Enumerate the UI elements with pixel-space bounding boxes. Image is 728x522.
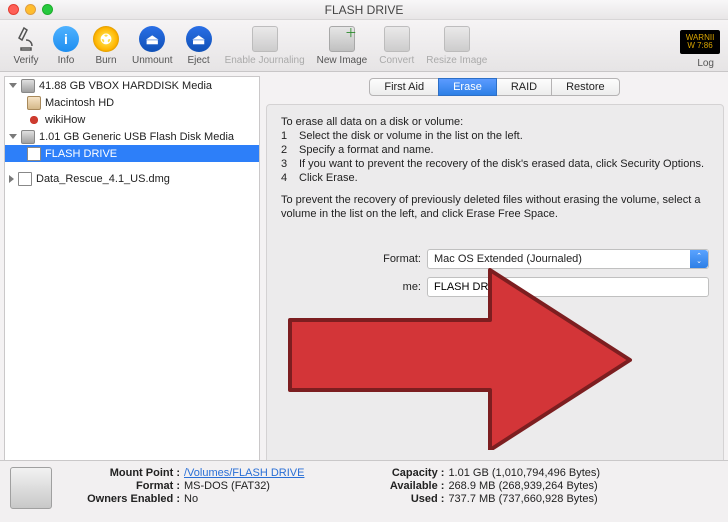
sidebar-disk-0-label: 41.88 GB VBOX HARDDISK Media (39, 80, 212, 92)
disclosure-triangle-icon[interactable] (9, 175, 14, 183)
erase-panel: To erase all data on a disk or volume: 1… (266, 104, 724, 518)
sidebar-volume-macintosh-hd-label: Macintosh HD (45, 97, 114, 109)
window-title: FLASH DRIVE (0, 3, 728, 17)
disclosure-triangle-icon[interactable] (9, 134, 17, 139)
used-value: 737.7 MB (737,660,928 Bytes) (448, 493, 597, 505)
erase-intro: To erase all data on a disk or volume: (281, 115, 709, 129)
sidebar-volume-flash-drive[interactable]: FLASH DRIVE (5, 145, 259, 162)
verify-button[interactable]: Verify (8, 22, 44, 70)
name-input[interactable] (427, 277, 709, 297)
wikihow-icon (27, 113, 41, 127)
chevron-updown-icon (690, 250, 708, 268)
unmount-button[interactable]: ⏏ Unmount (128, 22, 177, 70)
sidebar-image-0[interactable]: Data_Rescue_4.1_US.dmg (5, 170, 259, 187)
sidebar-disk-1-label: 1.01 GB Generic USB Flash Disk Media (39, 131, 234, 143)
eject-label: Eject (187, 55, 209, 66)
sidebar-volume-macintosh-hd[interactable]: Macintosh HD (5, 94, 259, 111)
unmount-label: Unmount (132, 55, 173, 66)
tab-first-aid[interactable]: First Aid (369, 78, 439, 96)
disclosure-triangle-icon[interactable] (9, 83, 17, 88)
sidebar-disk-1[interactable]: 1.01 GB Generic USB Flash Disk Media (5, 128, 259, 145)
log-badge-line2: W 7:86 (687, 42, 712, 50)
burn-button[interactable]: ☢ Burn (88, 22, 124, 70)
format-key: Format : (76, 480, 184, 492)
capacity-key: Capacity : (340, 467, 448, 479)
tab-bar: First Aid Erase RAID Restore (266, 78, 724, 96)
format-select[interactable]: Mac OS Extended (Journaled) (427, 249, 709, 269)
tab-restore[interactable]: Restore (551, 78, 620, 96)
erase-step-1: Select the disk or volume in the list on… (299, 130, 523, 142)
erase-step-4: Click Erase. (299, 172, 358, 184)
toolbar: Verify i Info ☢ Burn ⏏ Unmount ⏏ Eject E… (0, 20, 728, 72)
sidebar: 41.88 GB VBOX HARDDISK Media Macintosh H… (4, 76, 260, 518)
sidebar-volume-flash-drive-label: FLASH DRIVE (45, 148, 117, 160)
new-image-button[interactable]: ＋ New Image (313, 22, 372, 70)
convert-button[interactable]: Convert (375, 22, 418, 70)
owners-key: Owners Enabled : (76, 493, 184, 505)
capacity-value: 1.01 GB (1,010,794,496 Bytes) (448, 467, 600, 479)
volume-icon (27, 96, 41, 110)
new-image-label: New Image (317, 55, 368, 66)
resize-image-button[interactable]: Resize Image (422, 22, 491, 70)
resize-image-label: Resize Image (426, 55, 487, 66)
info-label: Info (58, 55, 75, 66)
log-button[interactable]: Log (697, 58, 714, 69)
volume-icon (27, 147, 41, 161)
info-button[interactable]: i Info (48, 22, 84, 70)
sidebar-disk-0[interactable]: 41.88 GB VBOX HARDDISK Media (5, 77, 259, 94)
mount-point-key: Mount Point : (76, 467, 184, 479)
harddisk-icon (21, 130, 35, 144)
convert-label: Convert (379, 55, 414, 66)
available-value: 268.9 MB (268,939,264 Bytes) (448, 480, 597, 492)
mount-point-link[interactable]: /Volumes/FLASH DRIVE (184, 467, 304, 479)
available-key: Available : (340, 480, 448, 492)
eject-button[interactable]: ⏏ Eject (181, 22, 217, 70)
verify-label: Verify (13, 55, 38, 66)
erase-step-2: Specify a format and name. (299, 144, 434, 156)
sidebar-volume-wikihow[interactable]: wikiHow (5, 111, 259, 128)
footer: Mount Point :/Volumes/FLASH DRIVE Format… (0, 460, 728, 522)
volume-large-icon (10, 467, 52, 509)
enable-journaling-label: Enable Journaling (225, 55, 305, 66)
burn-label: Burn (95, 55, 116, 66)
sidebar-volume-wikihow-label: wikiHow (45, 114, 85, 126)
format-label: Format: (321, 253, 421, 265)
owners-value: No (184, 493, 198, 505)
used-key: Used : (340, 493, 448, 505)
dmg-icon (18, 172, 32, 186)
sidebar-image-0-label: Data_Rescue_4.1_US.dmg (36, 173, 170, 185)
tab-raid[interactable]: RAID (496, 78, 552, 96)
name-label: me: (321, 281, 421, 293)
erase-prevent-text: To prevent the recovery of previously de… (281, 193, 709, 221)
harddisk-icon (21, 79, 35, 93)
erase-step-3: If you want to prevent the recovery of t… (299, 158, 704, 170)
format-value: Mac OS Extended (Journaled) (434, 253, 582, 265)
enable-journaling-button[interactable]: Enable Journaling (221, 22, 309, 70)
tab-erase[interactable]: Erase (438, 78, 497, 96)
log-badge: WARNII W 7:86 (680, 30, 720, 54)
format-value-footer: MS-DOS (FAT32) (184, 480, 270, 492)
